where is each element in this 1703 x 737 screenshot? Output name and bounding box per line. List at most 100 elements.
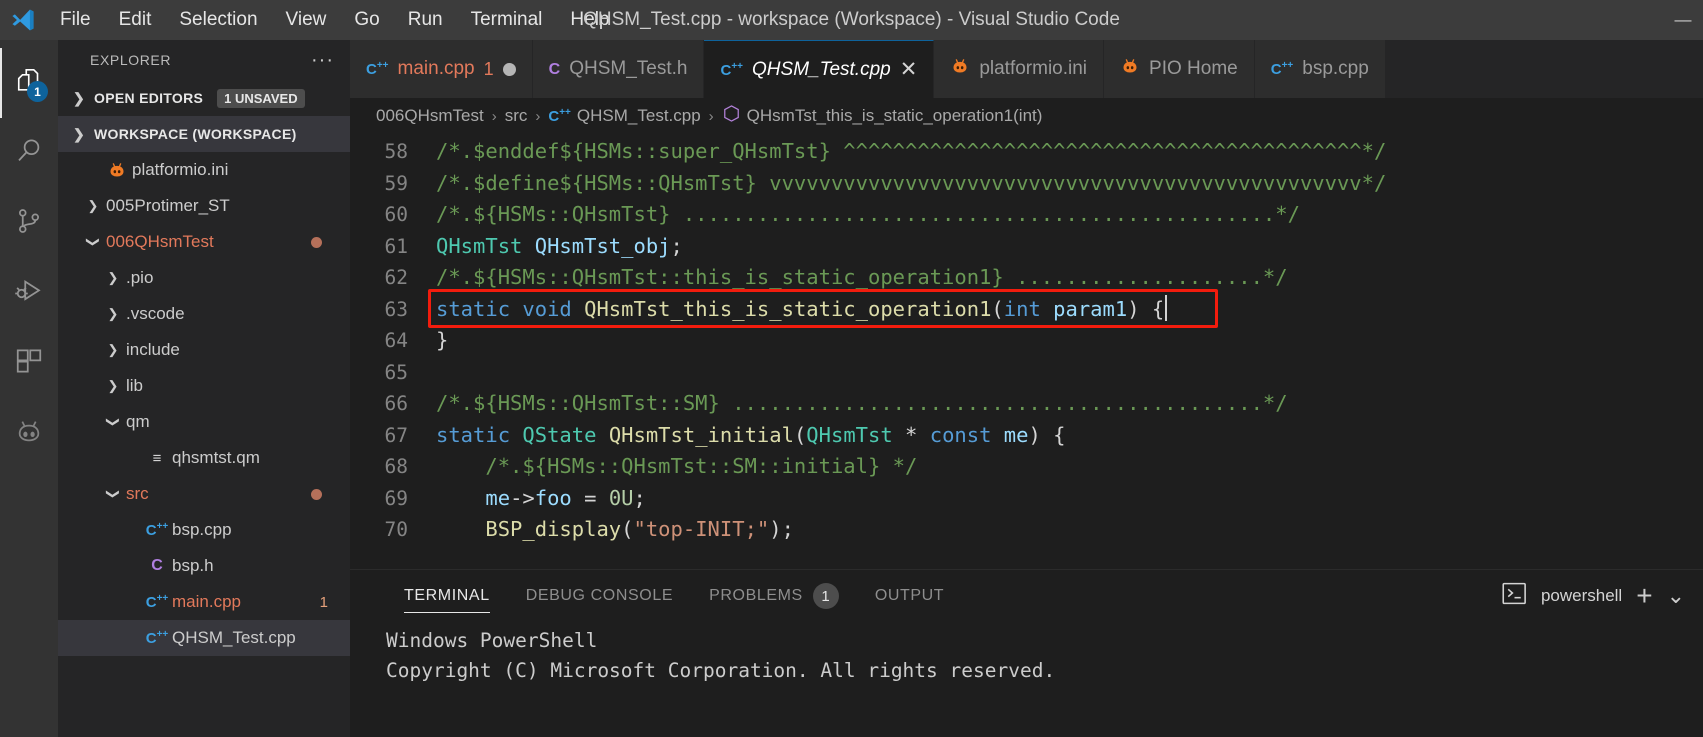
window-controls: — [1663, 0, 1703, 40]
editor-tab[interactable]: platformio.ini [934, 40, 1105, 98]
menu-item-view[interactable]: View [272, 3, 341, 37]
panel-tab[interactable]: PROBLEMS 1 [691, 570, 857, 622]
editor-tab-label: main.cpp [397, 58, 475, 79]
chevron-right-icon[interactable]: ❯ [102, 378, 124, 394]
tree-item-label: bsp.h [172, 556, 214, 575]
tree-item[interactable]: platformio.ini [58, 152, 350, 188]
terminal-output-line: Windows PowerShell [386, 629, 598, 652]
code-line: 66 /*.${HSMs::QHsmTst::SM} ..............… [350, 388, 1703, 420]
tree-item-label: src [126, 484, 149, 503]
activity-bar: 1 [0, 40, 58, 737]
line-number: 69 [384, 486, 408, 510]
menu-item-run[interactable]: Run [394, 3, 457, 37]
activity-item-source-control[interactable] [0, 188, 58, 258]
tree-item[interactable]: ❯ src [58, 476, 350, 512]
activity-item-platformio[interactable] [0, 398, 58, 468]
platformio-alien-icon [1120, 56, 1140, 82]
chevron-right-icon[interactable]: ❯ [102, 342, 124, 358]
cpp-file-icon: C++ [145, 521, 169, 539]
breadcrumb-item[interactable]: QHsmTst_this_is_static_operation1(int) [722, 103, 1042, 129]
tree-item-label: .vscode [126, 304, 185, 323]
chevron-right-icon[interactable]: ❯ [102, 306, 124, 322]
code-token: ( [621, 517, 634, 541]
new-terminal-button[interactable]: + [1636, 582, 1652, 610]
panel-tab[interactable]: TERMINAL [386, 570, 508, 622]
c-header-file-icon: C [548, 61, 561, 78]
editor-tab[interactable]: C++ main.cpp 1 [350, 40, 533, 98]
tree-item[interactable]: Cbsp.h [58, 548, 350, 584]
terminal-name[interactable]: powershell [1541, 586, 1622, 606]
panel-actions: powershell + ⌄ [1502, 582, 1703, 610]
activity-item-search[interactable] [0, 118, 58, 188]
activity-item-extensions[interactable] [0, 328, 58, 398]
cpp-file-icon: C++ [548, 107, 571, 125]
code-line: 69 me->foo = 0U; [350, 483, 1703, 515]
breadcrumb-item[interactable]: src [505, 106, 528, 126]
tree-item[interactable]: ≡ qhsmtst.qm [58, 440, 350, 476]
tab-dirty-dot[interactable] [502, 62, 516, 76]
tree-item[interactable]: C++ QHSM_Test.cpp [58, 620, 350, 656]
code-token: QHsmTst_this_is_static_operation1 [584, 296, 992, 321]
tree-item-label: qm [126, 412, 150, 431]
tree-item[interactable]: ❯ lib [58, 368, 350, 404]
code-editor[interactable]: 58 /*.$enddef${HSMs::super_QHsmTst} ^^^^^… [350, 134, 1703, 569]
tree-item[interactable]: ❯ .vscode [58, 296, 350, 332]
breadcrumb: 006QHsmTest › src › C++ QHSM_Test.cpp › QHsmTst… [350, 98, 1703, 134]
menu-item-edit[interactable]: Edit [105, 3, 166, 37]
tree-item-label: bsp.cpp [172, 520, 232, 539]
breadcrumb-item[interactable]: C++ QHSM_Test.cpp [548, 106, 700, 126]
tab-error-count: 1 [483, 58, 494, 79]
tree-item[interactable]: C++ main.cpp 1 [58, 584, 350, 620]
chevron-right-icon[interactable]: ❯ [102, 270, 124, 286]
editor-tab[interactable]: C QHSM_Test.h [532, 40, 705, 98]
editor-tab[interactable]: PIO Home [1104, 40, 1255, 98]
code-line: 68 /*.${HSMs::QHsmTst::SM::initial} */ [350, 451, 1703, 483]
chevron-down-icon[interactable]: ❯ [85, 231, 101, 253]
panel-tab[interactable]: DEBUG CONSOLE [508, 570, 691, 622]
menu-item-terminal[interactable]: Terminal [457, 3, 557, 37]
c-header-file-icon: C [151, 557, 163, 574]
line-number: 60 [384, 203, 408, 226]
tree-item[interactable]: C++ bsp.cpp [58, 512, 350, 548]
menu-item-help[interactable]: Help [556, 3, 623, 37]
code-line: 62 /*.${HSMs::QHsmTst::this_is_static_ope… [350, 262, 1703, 294]
section-workspace[interactable]: ❯ WORKSPACE (WORKSPACE) [58, 116, 350, 152]
line-number: 66 [384, 392, 408, 415]
unsaved-badge: 1 UNSAVED [217, 88, 305, 108]
more-actions-icon[interactable]: ··· [311, 49, 334, 72]
section-open-editors[interactable]: ❯ OPEN EDITORS 1 UNSAVED [58, 80, 350, 116]
panel-tab[interactable]: OUTPUT [857, 570, 962, 622]
panel-chevron-down-icon[interactable]: ⌄ [1667, 585, 1685, 607]
chevron-down-icon[interactable]: ❯ [105, 411, 121, 433]
sidebar-header: EXPLORER ··· [58, 40, 350, 80]
code-line: 60 /*.${HSMs::QHsmTst} ..................… [350, 199, 1703, 231]
editor-tab[interactable]: C++ QHSM_Test.cpp ✕ [704, 40, 935, 98]
tree-item-label: include [126, 340, 180, 359]
panel-tab-label: DEBUG CONSOLE [525, 587, 674, 604]
tree-item[interactable]: ❯ include [58, 332, 350, 368]
editor-tab[interactable]: C++ bsp.cpp [1254, 40, 1386, 98]
code-line-text: /*.${HSMs::QHsmTst::this_is_static_opera… [436, 262, 1703, 294]
activity-item-run-and-debug[interactable] [0, 258, 58, 328]
code-line: 65 [350, 357, 1703, 389]
minimize-button[interactable]: — [1663, 0, 1703, 40]
chevron-down-icon[interactable]: ❯ [105, 483, 121, 505]
line-number: 67 [384, 423, 408, 447]
tab-close-icon[interactable]: ✕ [900, 59, 918, 80]
breadcrumb-item[interactable]: 006QHsmTest [376, 106, 484, 126]
editor-tab-label: platformio.ini [979, 58, 1088, 79]
tree-item[interactable]: ❯ .pio [58, 260, 350, 296]
tree-item[interactable]: ❯ qm [58, 404, 350, 440]
menu-item-file[interactable]: File [46, 3, 105, 37]
menu-item-go[interactable]: Go [340, 3, 393, 37]
activity-item-explorer[interactable]: 1 [0, 48, 58, 118]
code-token: /*.${HSMs::QHsmTst::this_is_static_opera… [436, 265, 1288, 289]
tree-item[interactable]: ❯ 005Protimer_ST [58, 188, 350, 224]
menu-item-selection[interactable]: Selection [165, 3, 271, 37]
chevron-right-icon[interactable]: ❯ [82, 198, 104, 214]
tree-item[interactable]: ❯ 006QHsmTest [58, 224, 350, 260]
terminal-output[interactable]: Windows PowerShell Copyright (C) Microsof… [350, 622, 1703, 686]
code-token: 0U [608, 485, 634, 510]
